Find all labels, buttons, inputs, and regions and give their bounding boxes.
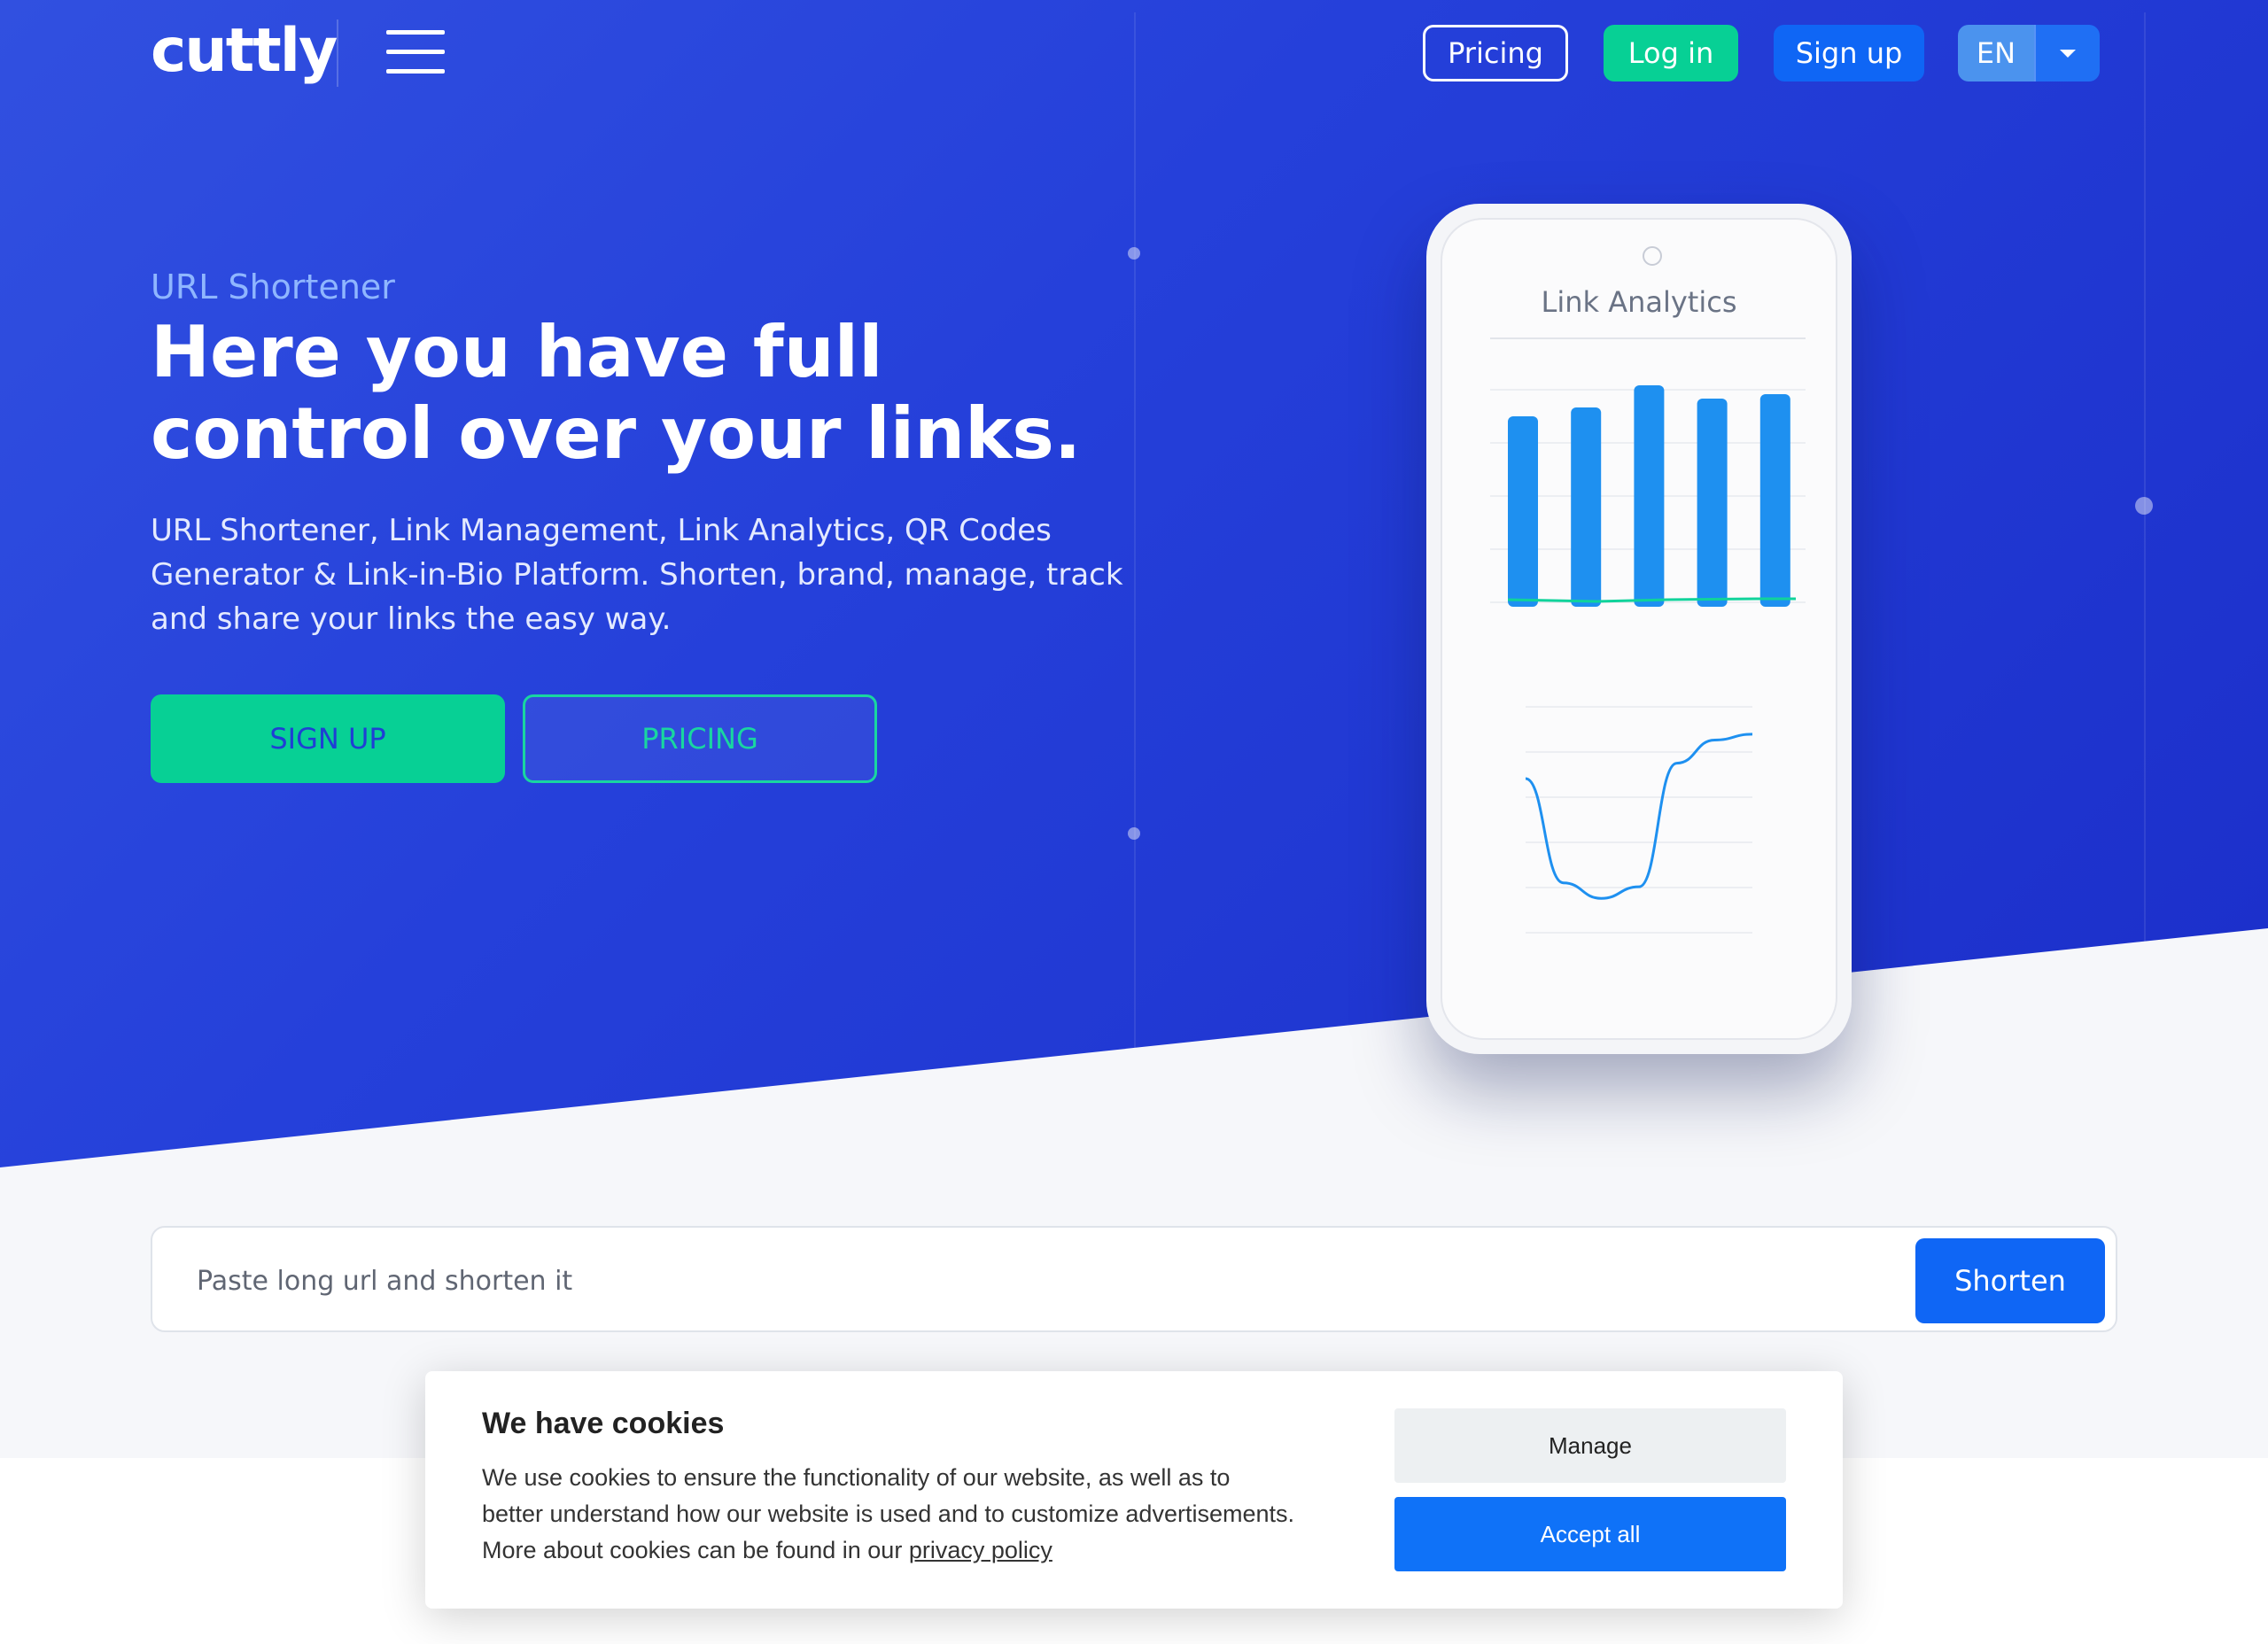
hero-description: URL Shortener, Link Management, Link Ana…	[151, 513, 1123, 637]
cookie-title: We have cookies	[482, 1407, 725, 1440]
accept-all-button[interactable]: Accept all	[1394, 1497, 1786, 1571]
phone-illustration: Link Analytics	[1426, 204, 1852, 1054]
login-button[interactable]: Log in	[1604, 25, 1738, 81]
chart-bar	[1571, 407, 1602, 607]
chart-bar	[1634, 385, 1665, 607]
analytics-charts	[1490, 337, 1806, 934]
signup-button[interactable]: Sign up	[1774, 25, 1924, 81]
hero-eyebrow: URL Shortener	[151, 268, 395, 306]
chart-series-line	[1525, 733, 1753, 900]
manage-cookies-button[interactable]: Manage	[1394, 1408, 1786, 1483]
chart-bar	[1697, 399, 1728, 607]
url-input[interactable]	[197, 1254, 1880, 1307]
privacy-policy-link[interactable]: privacy policy	[909, 1537, 1052, 1563]
chart-series-line	[1507, 597, 1796, 603]
hero-signup-button[interactable]: SIGN UP	[151, 694, 505, 783]
pricing-button[interactable]: Pricing	[1423, 25, 1568, 81]
decorative-dot	[1128, 247, 1140, 260]
page-title: Here you have full control over your lin…	[151, 311, 1082, 475]
chart-bar	[1759, 394, 1790, 607]
menu-icon[interactable]	[386, 30, 445, 74]
language-selector[interactable]: EN	[1958, 25, 2100, 81]
cookie-banner: We have cookies We use cookies to ensure…	[425, 1371, 1843, 1609]
hero-pricing-button[interactable]: PRICING	[523, 694, 877, 783]
decorative-dot	[1128, 827, 1140, 840]
decorative-line	[2144, 12, 2146, 942]
chevron-down-icon[interactable]	[2034, 25, 2100, 81]
shorten-button[interactable]: Shorten	[1915, 1238, 2105, 1323]
decorative-dot	[2135, 497, 2153, 515]
shorten-form: Shorten	[151, 1226, 2117, 1332]
chart-bar	[1508, 416, 1538, 607]
nav-divider	[337, 19, 338, 87]
cuttly-logo[interactable]: cuttly	[151, 16, 338, 86]
cookie-text: We use cookies to ensure the functionali…	[482, 1460, 1297, 1569]
language-code: EN	[1958, 25, 2034, 81]
cookie-message: We use cookies to ensure the functionali…	[482, 1464, 1294, 1563]
